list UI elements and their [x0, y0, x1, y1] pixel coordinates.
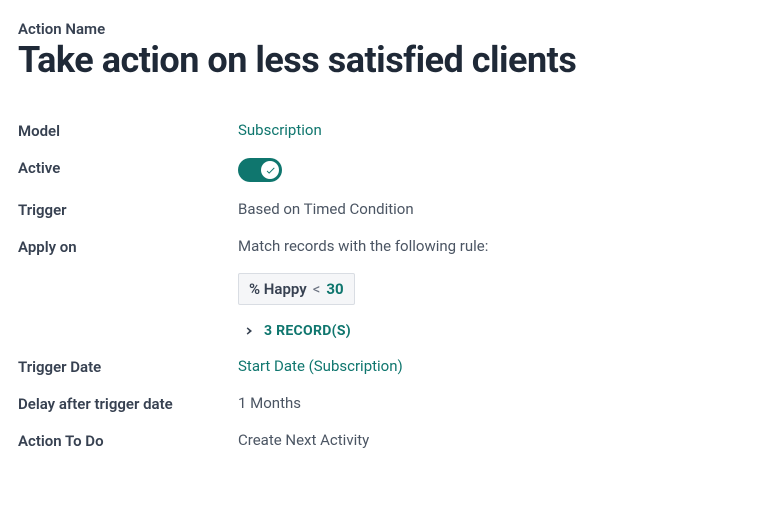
- records-label: 3 RECORD(S): [264, 323, 351, 339]
- model-label: Model: [18, 121, 238, 140]
- arrow-right-icon: [238, 323, 254, 339]
- active-value-cell: [238, 158, 742, 182]
- trigger-date-label: Trigger Date: [18, 357, 238, 376]
- rule-op: <: [313, 280, 321, 298]
- trigger-label: Trigger: [18, 200, 238, 219]
- active-toggle[interactable]: [238, 158, 282, 182]
- trigger-value: Based on Timed Condition: [238, 200, 742, 218]
- delay-value: 1 Months: [238, 394, 742, 412]
- rule-value: 30: [326, 280, 343, 298]
- delay-label: Delay after trigger date: [18, 394, 238, 413]
- apply-on-description: Match records with the following rule:: [238, 237, 742, 255]
- model-value[interactable]: Subscription: [238, 121, 742, 139]
- active-label: Active: [18, 158, 238, 177]
- header: Action Name Take action on less satisfie…: [18, 20, 742, 81]
- rule-field: % Happy: [249, 280, 307, 298]
- apply-on-label: Apply on: [18, 237, 238, 256]
- rule-chip[interactable]: % Happy < 30: [238, 273, 355, 305]
- page-title: Take action on less satisfied clients: [18, 40, 742, 81]
- toggle-knob: [261, 161, 279, 179]
- action-to-do-value: Create Next Activity: [238, 431, 742, 449]
- action-name-label: Action Name: [18, 20, 742, 38]
- form-grid: Model Subscription Active Trigger Based …: [18, 121, 742, 450]
- action-to-do-label: Action To Do: [18, 431, 238, 450]
- apply-on-value: Match records with the following rule: %…: [238, 237, 742, 339]
- trigger-date-value[interactable]: Start Date (Subscription): [238, 357, 742, 375]
- check-icon: [265, 165, 276, 176]
- records-link[interactable]: 3 RECORD(S): [238, 323, 742, 339]
